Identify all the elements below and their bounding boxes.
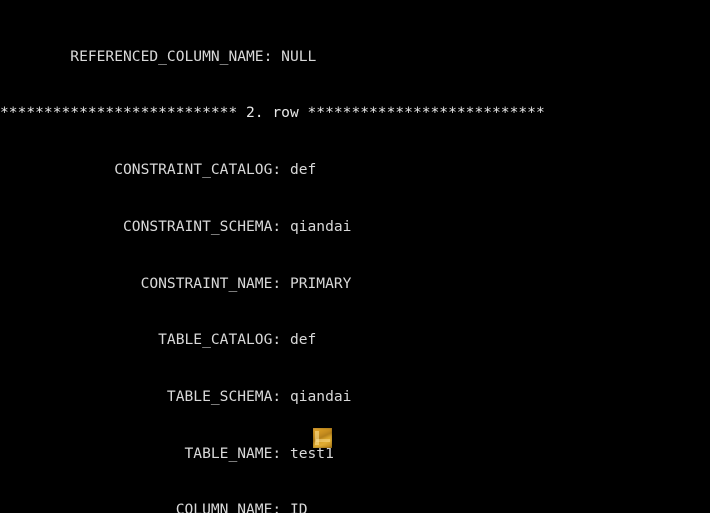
output-line: REFERENCED_COLUMN_NAME: NULL [0,47,317,65]
field-constraint-name: CONSTRAINT_NAME: PRIMARY [0,274,352,292]
field-table-schema: TABLE_SCHEMA: qiandai [0,387,352,405]
row-separator-2: *************************** 2. row *****… [0,104,545,122]
field-constraint-schema: CONSTRAINT_SCHEMA: qiandai [0,217,352,235]
field-constraint-catalog: CONSTRAINT_CATALOG: def [0,161,317,179]
field-column-name: COLUMN_NAME: ID [0,501,308,513]
field-table-catalog: TABLE_CATALOG: def [0,331,317,349]
field-table-name: TABLE_NAME: test1 [0,444,334,462]
text-cursor-icon [313,428,332,448]
terminal-window[interactable]: REFERENCED_COLUMN_NAME: NULL ***********… [0,0,710,513]
terminal-screen[interactable]: REFERENCED_COLUMN_NAME: NULL ***********… [0,0,710,513]
